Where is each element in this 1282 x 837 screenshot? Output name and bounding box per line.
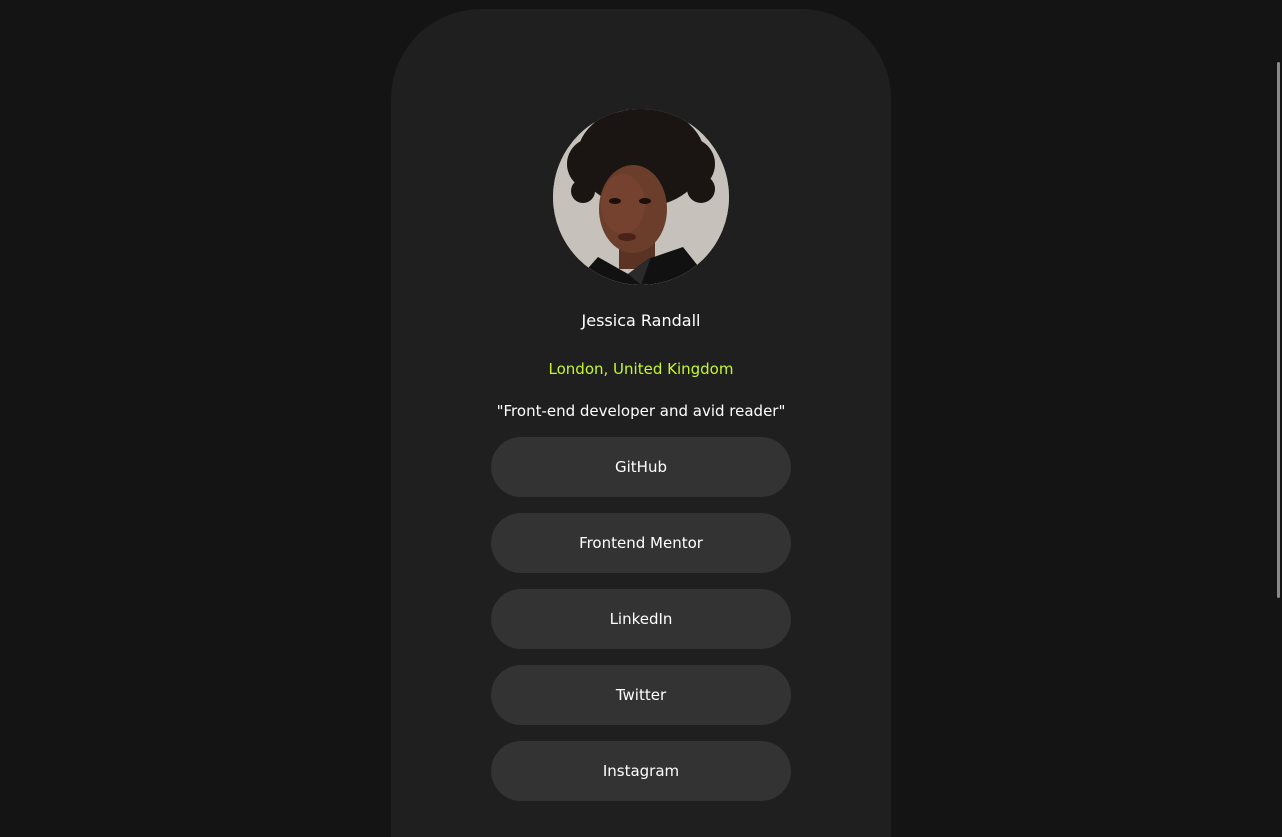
twitter-link-button[interactable]: Twitter — [491, 665, 791, 725]
avatar — [553, 109, 729, 285]
linkedin-link-button[interactable]: LinkedIn — [491, 589, 791, 649]
page: Jessica Randall London, United Kingdom "… — [0, 0, 1282, 837]
frontend-mentor-link-button[interactable]: Frontend Mentor — [491, 513, 791, 573]
profile-location: London, United Kingdom — [548, 360, 734, 378]
scrollbar[interactable] — [1274, 0, 1282, 837]
profile-bio: "Front-end developer and avid reader" — [496, 402, 786, 420]
scrollbar-thumb[interactable] — [1277, 62, 1280, 598]
profile-name: Jessica Randall — [581, 311, 701, 330]
github-link-button[interactable]: GitHub — [491, 437, 791, 497]
profile-card: Jessica Randall London, United Kingdom "… — [391, 9, 891, 837]
avatar-image — [553, 109, 729, 285]
instagram-link-button[interactable]: Instagram — [491, 741, 791, 801]
social-links-list: GitHub Frontend Mentor LinkedIn Twitter … — [491, 437, 791, 817]
